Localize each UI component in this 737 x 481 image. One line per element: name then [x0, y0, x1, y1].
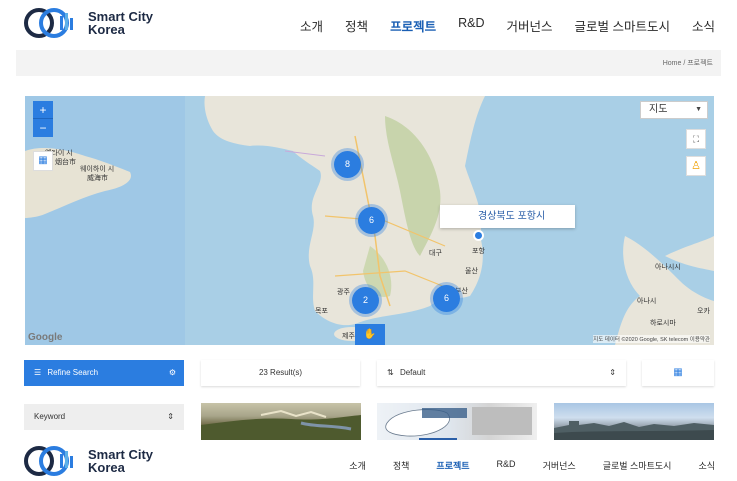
nav-item-policy[interactable]: 정책 [345, 16, 368, 35]
hand-icon[interactable]: ✋ [355, 324, 385, 345]
pegman-icon[interactable]: ♙ [686, 156, 706, 176]
grid-icon: ▦ [673, 367, 683, 378]
marker-cluster[interactable]: 6 [433, 285, 460, 312]
city-photo-icon [554, 421, 714, 440]
grid-view-button[interactable]: ▦ [642, 360, 714, 386]
map-label-hiroshima: 하로시마 [650, 320, 676, 327]
zoom-control: + − [33, 101, 53, 137]
nav-item-global[interactable]: 글로벌 스마트도시 [575, 16, 670, 35]
nav-item-projects[interactable]: 프로젝트 [436, 459, 469, 472]
sort-icon: ⇅ [387, 368, 394, 377]
nav-item-rnd[interactable]: R&D [497, 459, 516, 472]
map-label-jeju: 제주 [342, 333, 355, 340]
map-copyright[interactable]: 지도 데이터 ©2020 Google, SK telecom 이용약관 [593, 335, 710, 343]
smart-city-logo-icon [24, 446, 73, 476]
map-infowindow[interactable]: 경상북도 포항시 [440, 205, 575, 228]
nav-item-about[interactable]: 소개 [349, 459, 366, 472]
map-label-japan-3: 오카 [697, 308, 710, 315]
brand-logo[interactable]: Smart City Korea [24, 8, 153, 38]
site-header: Smart City Korea 소개 정책 프로젝트 R&D 거버넌스 글로벌… [0, 0, 737, 50]
brand-logo[interactable]: Smart City Korea [24, 446, 153, 476]
smart-city-logo-icon [24, 8, 73, 38]
nav-item-governance[interactable]: 거버넌스 [506, 16, 552, 35]
brand-name-line2: Korea [88, 22, 125, 37]
fullscreen-icon[interactable]: ⛶ [686, 129, 706, 149]
map-type-value: 지도 [649, 104, 668, 115]
project-thumbnail[interactable] [201, 403, 361, 440]
nav-item-about[interactable]: 소개 [300, 16, 323, 35]
map-label-gwangju: 광주 [337, 289, 350, 296]
location-pin-icon[interactable] [473, 230, 484, 241]
marker-cluster[interactable]: 2 [352, 287, 379, 314]
nav-item-rnd[interactable]: R&D [458, 16, 484, 35]
toggle-icon: ⚙ [168, 368, 176, 377]
nav-item-policy[interactable]: 정책 [393, 459, 410, 472]
chevron-down-icon: ▼ [695, 106, 702, 113]
sticky-header-overlay: Smart City Korea 소개 정책 프로젝트 R&D 거버넌스 글로벌… [0, 440, 737, 481]
nav-item-news[interactable]: 소식 [698, 459, 715, 472]
nav-item-governance[interactable]: 거버넌스 [543, 459, 576, 472]
marker-cluster[interactable]: 6 [358, 207, 385, 234]
map-label-japan-1: 아나시시 [655, 264, 681, 271]
nav-item-global[interactable]: 글로벌 스마트도시 [603, 459, 672, 472]
map-label-japan-2: 아나시 [637, 298, 657, 305]
map-label-mokpo: 목포 [315, 308, 328, 315]
nav-item-projects[interactable]: 프로젝트 [390, 16, 436, 35]
aerial-photo-icon [201, 409, 361, 440]
map-label-daegu: 대구 [429, 250, 442, 257]
project-map[interactable]: 옌타이 시 烟台市 웨이하이 시 威海市 대구 포항 울산 부산 광주 목포 아… [25, 96, 714, 345]
keyword-label: Keyword [34, 412, 66, 421]
sliders-icon: ☰ [34, 368, 42, 377]
nav-item-news[interactable]: 소식 [692, 16, 715, 35]
select-caret-icon: ⇕ [609, 368, 616, 377]
zoom-out-button[interactable]: − [33, 119, 53, 137]
refine-search-button[interactable]: ☰ Refine Search ⚙ [24, 360, 184, 386]
results-count: 23 Result(s) [201, 360, 360, 386]
main-nav: 소개 정책 프로젝트 R&D 거버넌스 글로벌 스마트도시 소식 [278, 16, 715, 35]
zoom-in-button[interactable]: + [33, 101, 53, 119]
sort-value: Default [399, 368, 426, 377]
project-thumbnail[interactable] [554, 403, 714, 440]
map-label-weihai-cn: 威海市 [87, 175, 108, 182]
breadcrumb-bar: Home / 프로젝트 [16, 50, 721, 76]
select-caret-icon: ⇕ [167, 412, 174, 421]
map-type-select[interactable]: 지도 ▼ [640, 101, 708, 119]
google-logo: Google [28, 332, 63, 343]
map-grid-icon[interactable]: ▦ [33, 151, 53, 171]
sort-select[interactable]: ⇅ Default ⇕ [377, 360, 626, 386]
map-label-yantai-cn: 烟台市 [55, 159, 76, 166]
keyword-select[interactable]: Keyword ⇕ [24, 404, 184, 430]
map-label-pohang: 포항 [472, 248, 485, 255]
map-label-ulsan: 울산 [465, 268, 478, 275]
brand-name-line2: Korea [88, 460, 125, 475]
diagram-photo-icon [385, 407, 532, 440]
marker-cluster[interactable]: 8 [334, 151, 361, 178]
project-thumbnail[interactable] [377, 403, 537, 440]
breadcrumb[interactable]: Home / 프로젝트 [663, 58, 713, 68]
refine-search-label: Refine Search [47, 368, 99, 377]
main-nav: 소개 정책 프로젝트 R&D 거버넌스 글로벌 스마트도시 소식 [322, 459, 715, 472]
